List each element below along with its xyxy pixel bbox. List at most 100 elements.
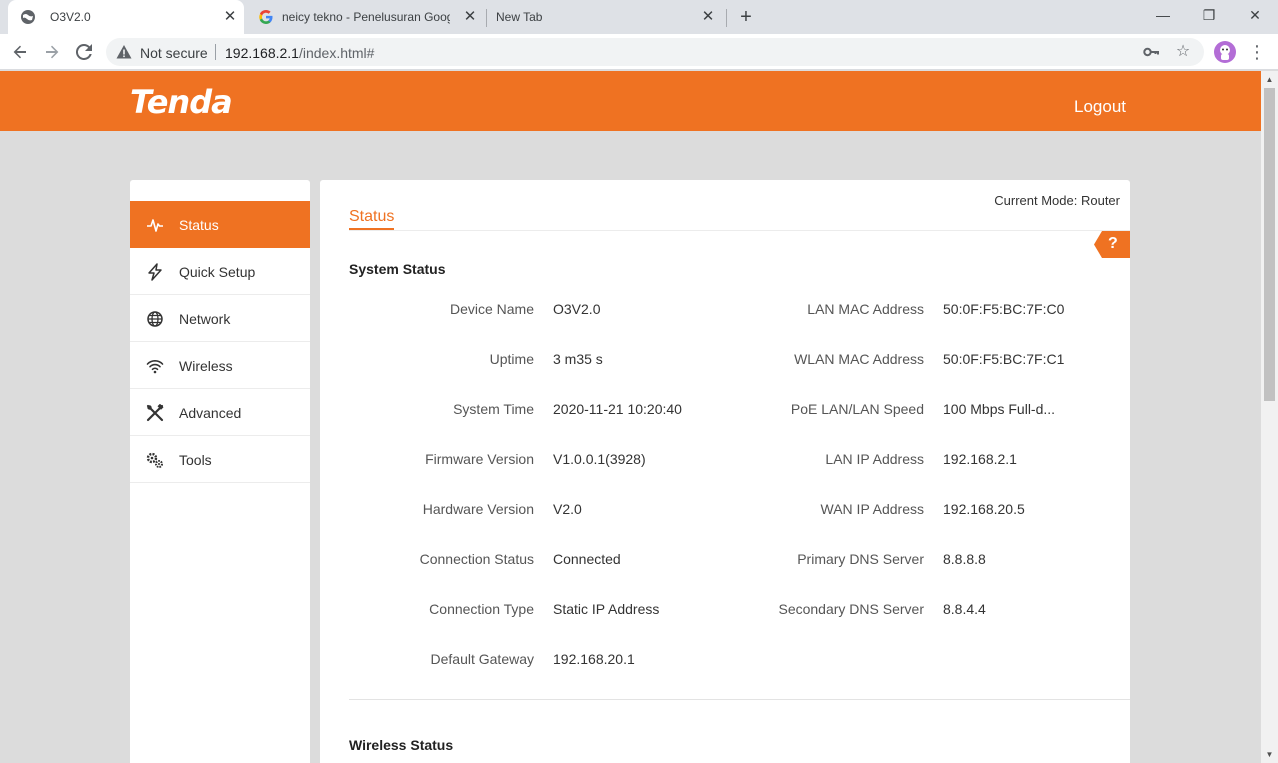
arrow-right-icon [46,45,59,59]
browser-tab-o3v2[interactable]: O3V2.0 ✕ [8,0,244,34]
url-host: 192.168.2.1 [225,45,299,61]
close-tab-icon[interactable]: ✕ [698,7,718,27]
sidebar-item-label: Quick Setup [179,264,256,280]
close-tab-icon[interactable]: ✕ [460,7,480,27]
browser-tab-new-tab[interactable]: New Tab ✕ [488,0,724,34]
section-divider [349,699,1130,700]
sidebar-item-label: Advanced [179,405,242,421]
sidebar-item-status[interactable]: Status [130,201,310,248]
minimize-window-button[interactable]: — [1148,4,1178,26]
system-status-title: System Status [349,261,446,277]
secondary-dns-label: Secondary DNS Server [778,601,924,617]
restore-window-button[interactable]: ❐ [1194,4,1224,26]
lan-mac-label: LAN MAC Address [807,301,924,317]
browser-menu-icon[interactable]: ⋮ [1248,40,1266,64]
browser-toolbar: Not secure 192.168.2.1/index.html# ☆ ⋮ [0,34,1278,70]
key-icon[interactable] [1142,43,1160,61]
connection-type-label: Connection Type [429,601,534,617]
page-title: Status [349,208,395,230]
secondary-dns-value: 8.8.4.4 [943,601,986,617]
sidebar-menu: Status Quick Setup Network Wireless Adva… [130,180,310,763]
sidebar-item-label: Wireless [179,358,233,374]
primary-dns-label: Primary DNS Server [797,551,924,567]
address-separator [215,44,216,60]
url-text[interactable]: 192.168.2.1/index.html# [225,45,374,61]
connection-type-value: Static IP Address [553,601,660,617]
hardware-version-label: Hardware Version [422,501,534,517]
browser-tab-google-search[interactable]: neicy tekno - Penelusuran Googl ✕ [246,0,484,34]
reload-icon [75,43,92,60]
tab-separator [726,9,727,27]
new-tab-button[interactable]: + [734,5,758,29]
sidebar-item-label: Network [179,311,231,327]
uptime-label: Uptime [489,351,534,367]
scroll-down-arrow-icon[interactable]: ▼ [1261,746,1278,763]
wlan-mac-value: 50:0F:F5:BC:7F:C1 [943,351,1065,367]
sidebar-item-tools[interactable]: Tools [130,436,310,483]
device-name-value: O3V2.0 [553,301,601,317]
tab-title: O3V2.0 [50,10,91,24]
wlan-mac-label: WLAN MAC Address [794,351,924,367]
poe-lan-speed-value: 100 Mbps Full-d... [943,401,1056,417]
page-scrollbar[interactable]: ▲ ▼ [1261,71,1278,763]
google-favicon-icon [259,10,273,24]
help-button[interactable]: ? [1094,231,1130,258]
sidebar-item-wireless[interactable]: Wireless [130,342,310,389]
lan-ip-label: LAN IP Address [825,451,924,467]
bookmark-star-icon[interactable]: ☆ [1174,43,1192,61]
help-question-mark: ? [1108,235,1118,252]
not-secure-label[interactable]: Not secure [140,45,208,61]
router-admin-page: Tenda Logout Status Quick Setup Network … [0,71,1261,763]
system-time-label: System Time [453,401,534,417]
default-gateway-value: 192.168.20.1 [553,651,635,667]
wifi-icon [146,360,164,374]
gears-icon [146,452,163,468]
primary-dns-value: 8.8.8.8 [943,551,986,567]
tools-icon [146,404,164,422]
globe-icon [147,311,163,327]
tab-title: neicy tekno - Penelusuran Googl [282,10,450,24]
sidebar-item-quick-setup[interactable]: Quick Setup [130,248,310,295]
profile-icon [1220,45,1230,60]
back-button[interactable] [8,40,32,64]
connection-status-label: Connection Status [419,551,534,567]
current-mode-label: Current Mode: Router [994,193,1120,208]
default-gateway-label: Default Gateway [430,651,535,667]
sidebar-item-network[interactable]: Network [130,295,310,342]
close-tab-icon[interactable]: ✕ [220,7,240,27]
lightning-icon [148,263,162,281]
pulse-icon [147,219,163,232]
poe-lan-speed-label: PoE LAN/LAN Speed [790,401,924,417]
status-panel: Current Mode: Router Status ? System Sta… [320,180,1130,763]
title-divider [349,230,1130,231]
wan-ip-label: WAN IP Address [820,501,924,517]
sidebar-item-label: Status [179,217,219,233]
system-time-value: 2020-11-21 10:20:40 [553,401,682,417]
scroll-thumb[interactable] [1264,88,1275,401]
forward-button[interactable] [40,40,64,64]
browser-tab-strip: O3V2.0 ✕ neicy tekno - Penelusuran Googl… [0,0,1278,34]
warning-triangle-icon[interactable] [116,44,132,60]
arrow-left-icon [13,45,26,59]
reload-button[interactable] [72,40,96,64]
profile-avatar[interactable] [1214,41,1236,63]
scroll-up-arrow-icon[interactable]: ▲ [1261,71,1278,88]
close-window-button[interactable]: ✕ [1240,4,1270,26]
tenda-header: Tenda Logout [0,71,1261,131]
uptime-value: 3 m35 s [553,351,603,367]
logout-link[interactable]: Logout [1074,97,1126,117]
address-bar[interactable]: Not secure 192.168.2.1/index.html# ☆ [106,38,1204,66]
url-path: /index.html# [298,45,375,61]
tab-title: New Tab [496,10,543,24]
globe-favicon-icon [21,10,35,24]
firmware-version-value: V1.0.0.1(3928) [553,451,646,467]
sidebar-item-advanced[interactable]: Advanced [130,389,310,436]
tab-separator [486,9,487,27]
firmware-version-label: Firmware Version [425,451,534,467]
wireless-status-title: Wireless Status [349,737,454,753]
sidebar-item-label: Tools [179,452,212,468]
tenda-logo: Tenda [130,83,233,121]
lan-ip-value: 192.168.2.1 [943,451,1017,467]
wan-ip-value: 192.168.20.5 [943,501,1025,517]
hardware-version-value: V2.0 [553,501,582,517]
